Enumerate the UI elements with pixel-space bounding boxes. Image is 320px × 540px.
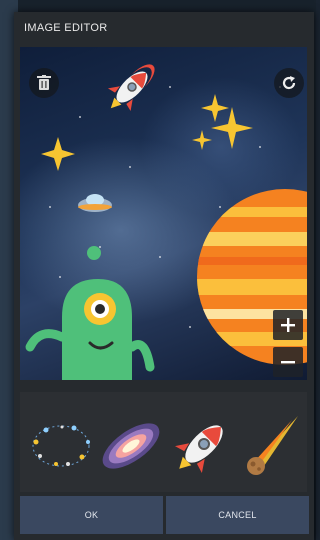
sticker-rocket[interactable] (166, 412, 236, 480)
star-sticker (41, 137, 75, 171)
zoom-out-icon (281, 361, 295, 364)
image-canvas[interactable] (20, 47, 307, 380)
zoom-in-button[interactable] (273, 310, 303, 340)
image-editor-dialog: IMAGE EDITOR OK CANCEL (14, 12, 314, 540)
rotate-button[interactable] (274, 68, 304, 98)
spiral-galaxy-icon (102, 423, 160, 469)
sticker-comet[interactable] (236, 412, 306, 480)
rocket-sticker (107, 64, 155, 112)
rocket-icon (175, 425, 223, 473)
zoom-in-icon (281, 318, 295, 332)
comet-icon (247, 416, 298, 475)
dialog-title: IMAGE EDITOR (24, 22, 108, 34)
sticker-spiral-galaxy[interactable] (96, 412, 166, 480)
sticker-palette[interactable] (20, 392, 307, 492)
canvas-scene (25, 64, 307, 380)
ok-button[interactable]: OK (20, 496, 163, 534)
zoom-out-button[interactable] (273, 347, 303, 377)
sparkle-stars (192, 94, 253, 150)
trash-icon (37, 75, 51, 90)
delete-button[interactable] (29, 68, 59, 98)
cancel-button[interactable]: CANCEL (166, 496, 309, 534)
galaxy-ring-icon (32, 425, 90, 467)
alien-sticker (25, 246, 155, 380)
rotate-icon (282, 76, 296, 90)
ufo-sticker (78, 194, 112, 212)
sticker-galaxy-ring[interactable] (26, 412, 96, 480)
